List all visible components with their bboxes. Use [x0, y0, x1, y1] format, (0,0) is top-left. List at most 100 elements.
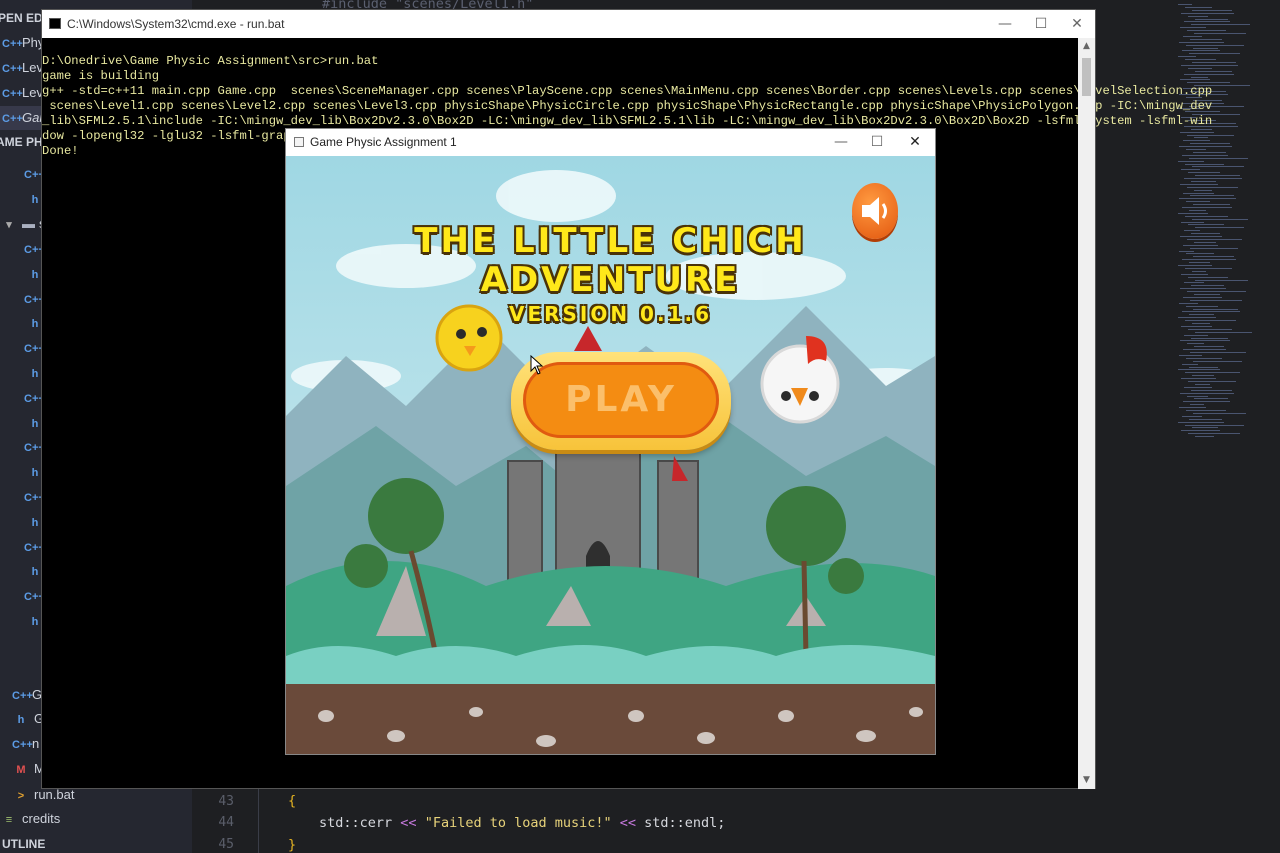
header-file-icon: h: [17, 714, 25, 726]
outline-header[interactable]: UTLINE: [2, 832, 45, 853]
minimap-line: [1195, 436, 1214, 438]
minimap-line: [1181, 64, 1238, 66]
minimap-line: [1178, 317, 1216, 319]
minimap-line: [1180, 392, 1234, 394]
minimap-line: [1180, 27, 1206, 29]
game-title-line2: ADVENTURE: [480, 260, 741, 300]
window-app-icon: [294, 137, 304, 147]
cmd-window-title: C:\Windows\System32\cmd.exe - run.bat: [67, 17, 285, 31]
code-line-43[interactable]: {: [288, 793, 296, 809]
minimap-line: [1186, 305, 1218, 307]
header-file-icon: h: [31, 566, 39, 579]
open-editor-item[interactable]: C++Phy: [2, 31, 44, 55]
minimap-line: [1185, 267, 1232, 269]
minimap[interactable]: [1172, 0, 1280, 460]
minimap-line: [1178, 4, 1192, 5]
minimap-line: [1188, 433, 1240, 435]
mouse-cursor-icon: [530, 355, 544, 375]
game-canvas[interactable]: THE LITTLE CHICH ADVENTURE VERSION 0.1.6…: [286, 156, 935, 754]
minimap-line: [1183, 192, 1214, 194]
close-button[interactable]: ✕: [1059, 10, 1095, 38]
speaker-icon: [862, 197, 887, 225]
minimize-button[interactable]: —: [823, 128, 859, 156]
minimap-line: [1186, 410, 1226, 411]
scroll-down-icon[interactable]: ▼: [1078, 772, 1095, 789]
file-item[interactable]: hG: [14, 707, 45, 731]
text-file-icon: ≡: [5, 814, 13, 826]
minimap-line: [1182, 259, 1236, 261]
minimap-line: [1190, 247, 1238, 249]
brace: }: [288, 837, 297, 853]
sound-toggle-button[interactable]: [852, 183, 898, 239]
minimap-line: [1181, 221, 1204, 223]
code-line-45[interactable]: }: [288, 837, 296, 853]
minimap-line: [1195, 18, 1228, 20]
minimap-line: [1195, 383, 1210, 385]
minimize-button[interactable]: —: [987, 10, 1023, 38]
minimap-line: [1193, 47, 1218, 49]
maximize-button[interactable]: ☐: [1023, 10, 1059, 38]
cpp-file-icon: C++: [12, 739, 33, 751]
minimap-line: [1179, 354, 1202, 356]
minimap-line: [1186, 149, 1206, 150]
game-title-bar[interactable]: Game Physic Assignment 1 — ☐ ✕: [286, 129, 935, 156]
game-window[interactable]: Game Physic Assignment 1 — ☐ ✕ THE LITTL…: [285, 128, 936, 755]
minimap-line: [1186, 357, 1222, 359]
minimap-line: [1181, 169, 1200, 171]
code-line-44[interactable]: std::cerr << "Failed to load music!" << …: [319, 815, 725, 831]
cmd-output-line: _lib\SFML2.5.1\include -IC:\mingw_dev_li…: [42, 114, 1213, 128]
minimap-line: [1181, 12, 1234, 14]
cpp-file-icon: C++: [24, 442, 45, 455]
chevron-down-icon: ▾: [6, 219, 12, 231]
folder-item[interactable]: ▾▬s: [2, 212, 45, 236]
line-number: 43: [218, 794, 234, 809]
file-label: n: [32, 736, 40, 751]
minimap-line: [1182, 207, 1232, 208]
version-label: VERSION 0.1.6: [508, 302, 713, 326]
cmd-scrollbar[interactable]: ▲ ▼: [1078, 38, 1095, 789]
file-item[interactable]: ≡ credits: [2, 807, 61, 831]
minimap-line: [1195, 175, 1240, 177]
cpp-file-icon: C++: [24, 169, 45, 181]
file-item[interactable]: C++n: [12, 732, 39, 756]
minimap-line: [1188, 276, 1228, 278]
minimap-line: [1185, 424, 1244, 426]
line-number: 45: [218, 837, 234, 852]
cmd-title-bar[interactable]: C:\Windows\System32\cmd.exe - run.bat — …: [42, 10, 1095, 38]
terminal-file-icon: >: [17, 790, 25, 802]
folder-icon: ▬: [22, 216, 35, 231]
scroll-up-icon[interactable]: ▲: [1078, 38, 1095, 55]
minimap-line: [1184, 386, 1212, 388]
minimap-line: [1185, 215, 1228, 217]
minimap-line: [1181, 273, 1208, 275]
play-button[interactable]: PLAY: [511, 352, 731, 450]
minimap-line: [1186, 253, 1214, 255]
minimap-line: [1180, 131, 1214, 133]
play-button-face: PLAY: [523, 362, 719, 438]
minimap-line: [1191, 233, 1220, 235]
minimap-line: [1183, 244, 1218, 246]
minimap-line: [1178, 56, 1196, 58]
minimap-line: [1182, 415, 1202, 417]
header-file-icon: h: [31, 268, 39, 281]
minimap-line: [1189, 209, 1206, 211]
cpp-file-icon: C++: [2, 113, 23, 125]
cpp-file-icon: C++: [2, 38, 23, 50]
minimap-line: [1187, 395, 1208, 397]
close-button[interactable]: ✕: [897, 128, 933, 156]
minimap-line: [1178, 160, 1204, 162]
file-item[interactable]: C++G: [12, 683, 42, 707]
header-file-icon: h: [31, 467, 39, 480]
scrollbar-thumb[interactable]: [1082, 58, 1091, 96]
minimap-line: [1182, 311, 1240, 313]
minimap-line: [1190, 404, 1204, 406]
game-title-line1: THE LITTLE CHICH: [414, 221, 807, 261]
play-label: PLAY: [565, 379, 677, 420]
minimap-line: [1184, 178, 1242, 179]
minimap-line: [1189, 157, 1248, 159]
minimap-line: [1192, 323, 1210, 324]
maximize-button[interactable]: ☐: [859, 128, 895, 156]
cpp-file-icon: C++: [24, 244, 45, 256]
minimap-line: [1187, 238, 1242, 240]
minimap-line: [1180, 340, 1230, 342]
